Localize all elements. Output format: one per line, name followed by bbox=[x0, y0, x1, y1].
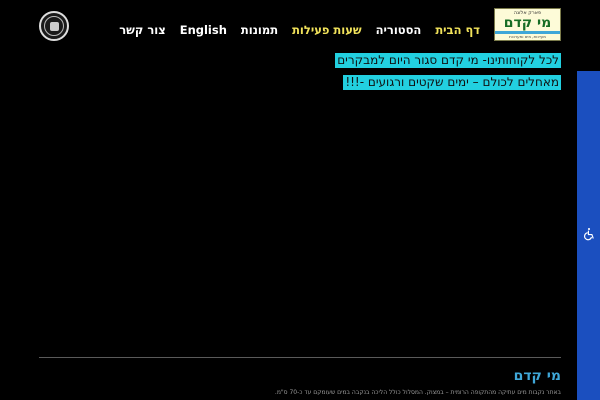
logo-main-text: מי קדם bbox=[503, 15, 552, 31]
site-logo[interactable]: פארק אלונה מי קדם מעיינות, מים ומערכות bbox=[494, 8, 561, 41]
nav-item-photos[interactable]: תמונות bbox=[241, 23, 278, 37]
nav-item-home[interactable]: דף הבית bbox=[435, 23, 480, 37]
nav-item-opening-hours[interactable]: שעות פעילות bbox=[292, 23, 362, 37]
nav-item-english[interactable]: English bbox=[180, 23, 227, 37]
seal-emblem bbox=[49, 21, 59, 31]
accessibility-button[interactable] bbox=[577, 71, 600, 400]
logo-sub-text: מעיינות, מים ומערכות bbox=[509, 34, 546, 39]
announcement-wishes-banner: מאחלים לכולם – ימים שקטים ורגועים -!!! bbox=[343, 75, 561, 90]
municipality-seal-icon[interactable] bbox=[39, 11, 69, 41]
main-navigation: דף הבית הסטוריה שעות פעילות תמונות Engli… bbox=[119, 21, 480, 39]
footer-title: מי קדם bbox=[513, 368, 561, 384]
nav-item-history[interactable]: הסטוריה bbox=[376, 23, 422, 37]
seal-ring bbox=[44, 16, 64, 36]
nav-item-contact[interactable]: צור קשר bbox=[119, 23, 166, 37]
wheelchair-icon bbox=[582, 226, 596, 245]
announcement-closed-banner: לכל לקוחותינו- מי קדם סגור היום למבקרים bbox=[335, 53, 561, 68]
footer-divider bbox=[39, 357, 561, 358]
footer-description: באתר נקבות מים עתיקה מהתקופה הרומית – במ… bbox=[274, 389, 561, 396]
